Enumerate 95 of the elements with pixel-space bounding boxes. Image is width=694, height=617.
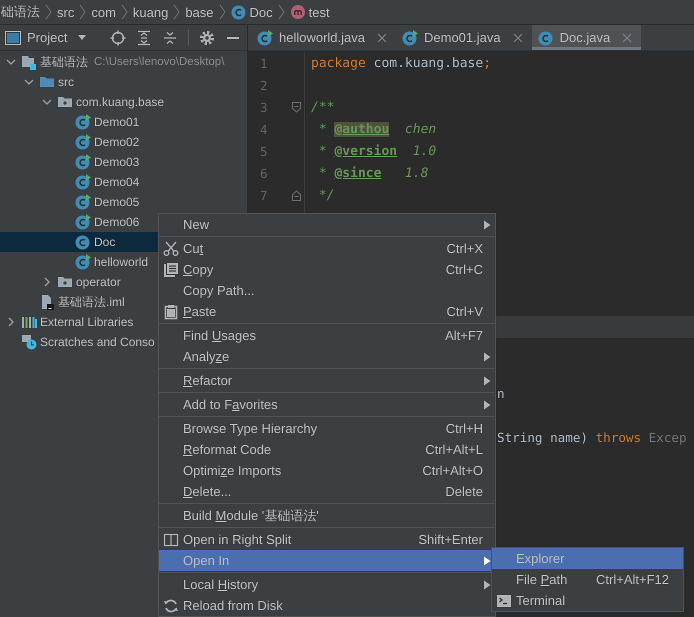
shortcut-text: Ctrl+V	[446, 304, 483, 319]
code-line: */	[318, 188, 334, 202]
path-text: C:\Users\lenovo\Desktop\	[94, 56, 224, 68]
line-number: 7	[260, 188, 268, 202]
breadcrumb-item[interactable]: test	[290, 4, 330, 20]
breadcrumb-item[interactable]: Doc	[230, 4, 273, 20]
code-line: n	[497, 386, 505, 400]
fold-icon[interactable]	[292, 190, 302, 200]
menu-item[interactable]: Cut Ctrl+X	[159, 238, 495, 259]
menu-item[interactable]: Browse Type Hierarchy Ctrl+H	[159, 418, 495, 439]
tree-item[interactable]: Demo03	[0, 152, 247, 172]
shortcut-text: Ctrl+Alt+O	[422, 463, 483, 478]
class-icon	[230, 4, 247, 20]
breadcrumb-item[interactable]: base	[185, 4, 214, 20]
line-number: 1	[260, 56, 268, 70]
code-line: /**	[311, 100, 334, 114]
module-icon	[21, 54, 37, 70]
scissors-icon	[163, 240, 179, 256]
menu-item[interactable]: Add to Favorites	[159, 394, 495, 415]
menu-item[interactable]: Delete... Delete	[159, 481, 495, 502]
library-icon	[21, 314, 37, 330]
line-number: 3	[260, 100, 268, 114]
tree-item[interactable]: src	[0, 72, 247, 92]
line-number: 6	[260, 166, 268, 180]
caret-icon	[77, 34, 88, 41]
breadcrumb-item[interactable]: 础语法	[1, 3, 40, 21]
line-number: 5	[260, 144, 268, 158]
editor-tab[interactable]: helloworld.java	[251, 25, 396, 50]
terminal-icon	[496, 592, 512, 608]
chevron-icon	[278, 4, 285, 20]
tree-item[interactable]: Demo04	[0, 172, 247, 192]
editor-tab[interactable]: Demo01.java	[396, 25, 532, 50]
copy-icon	[163, 262, 179, 278]
tree-item[interactable]: Demo01	[0, 112, 247, 132]
menu-item[interactable]: New	[159, 214, 495, 235]
expand-all-icon[interactable]	[136, 30, 152, 46]
editor-tab[interactable]: Doc.java	[532, 25, 642, 50]
fold-icon[interactable]	[292, 102, 302, 112]
menu-item[interactable]: Refactor	[159, 370, 495, 391]
package-icon	[57, 274, 73, 290]
shortcut-text: Alt+F7	[445, 328, 483, 343]
folder-icon	[39, 74, 55, 90]
close-icon[interactable]	[512, 32, 523, 42]
code-line: String name) throws Excep	[497, 430, 687, 444]
breadcrumb-item[interactable]: com	[91, 4, 116, 20]
menu-item[interactable]: Local History	[159, 574, 495, 595]
menu-item[interactable]: Copy Path...	[159, 280, 495, 301]
line-number: 4	[260, 122, 268, 136]
tree-item[interactable]: com.kuang.base	[0, 92, 247, 112]
menu-item[interactable]: Open in Right Split Shift+Enter	[159, 529, 495, 550]
shortcut-text: Ctrl+C	[446, 262, 483, 277]
tree-item[interactable]: 基础语法 C:\Users\lenovo\Desktop\	[0, 52, 247, 72]
file-icon	[39, 294, 55, 310]
project-window-icon	[5, 30, 21, 46]
menu-item[interactable]: Copy Ctrl+C	[159, 259, 495, 280]
code-line: * @version 1.0	[318, 144, 436, 158]
method-icon	[290, 4, 306, 20]
chevron-icon	[120, 4, 128, 20]
package-icon	[57, 94, 73, 110]
menu-item[interactable]: File Path Ctrl+Alt+F12	[492, 569, 683, 590]
reload-icon	[163, 598, 179, 614]
code-line: package com.kuang.base;	[311, 56, 492, 70]
menu-item[interactable]: Reformat Code Ctrl+Alt+L	[159, 439, 495, 460]
shortcut-text: Ctrl+X	[446, 241, 483, 256]
shortcut-text: Delete	[445, 484, 483, 499]
shortcut-text: Shift+Enter	[418, 532, 483, 547]
chevron-icon	[173, 4, 180, 20]
locate-icon[interactable]	[110, 30, 126, 46]
chevron-icon	[218, 4, 226, 20]
line-number: 2	[260, 78, 268, 92]
menu-item[interactable]: Find Usages Alt+F7	[159, 325, 495, 346]
code-line: * @since 1.8	[318, 166, 428, 180]
breadcrumb-item[interactable]: src	[57, 4, 74, 20]
tree-item[interactable]: Demo05	[0, 192, 247, 212]
menu-item[interactable]: Paste Ctrl+V	[159, 301, 495, 322]
shortcut-text: Ctrl+Alt+F12	[596, 572, 669, 587]
tree-item[interactable]: Demo02	[0, 132, 247, 152]
breadcrumb-item[interactable]: kuang	[132, 4, 168, 20]
menu-item[interactable]: Terminal	[492, 590, 683, 611]
menu-item[interactable]: Optimize Imports Ctrl+Alt+O	[159, 460, 495, 481]
code-line: * @authou chen	[318, 122, 436, 136]
project-view-dropdown[interactable]: Project	[5, 30, 88, 46]
chevron-icon	[79, 4, 86, 20]
clipboard-icon	[163, 304, 179, 320]
close-icon[interactable]	[377, 32, 387, 42]
menu-item[interactable]: Reload from Disk	[159, 595, 495, 616]
shortcut-text: Ctrl+H	[446, 421, 483, 436]
scratches-icon	[21, 334, 37, 350]
settings-icon[interactable]	[199, 30, 215, 46]
collapse-all-icon[interactable]	[162, 30, 178, 46]
menu-item[interactable]: Build Module '基础语法'	[159, 505, 495, 526]
menu-item[interactable]: Analyze	[159, 346, 495, 367]
chevron-icon	[45, 4, 52, 20]
shortcut-text: Ctrl+Alt+L	[425, 442, 483, 457]
split-view-icon	[163, 532, 179, 548]
